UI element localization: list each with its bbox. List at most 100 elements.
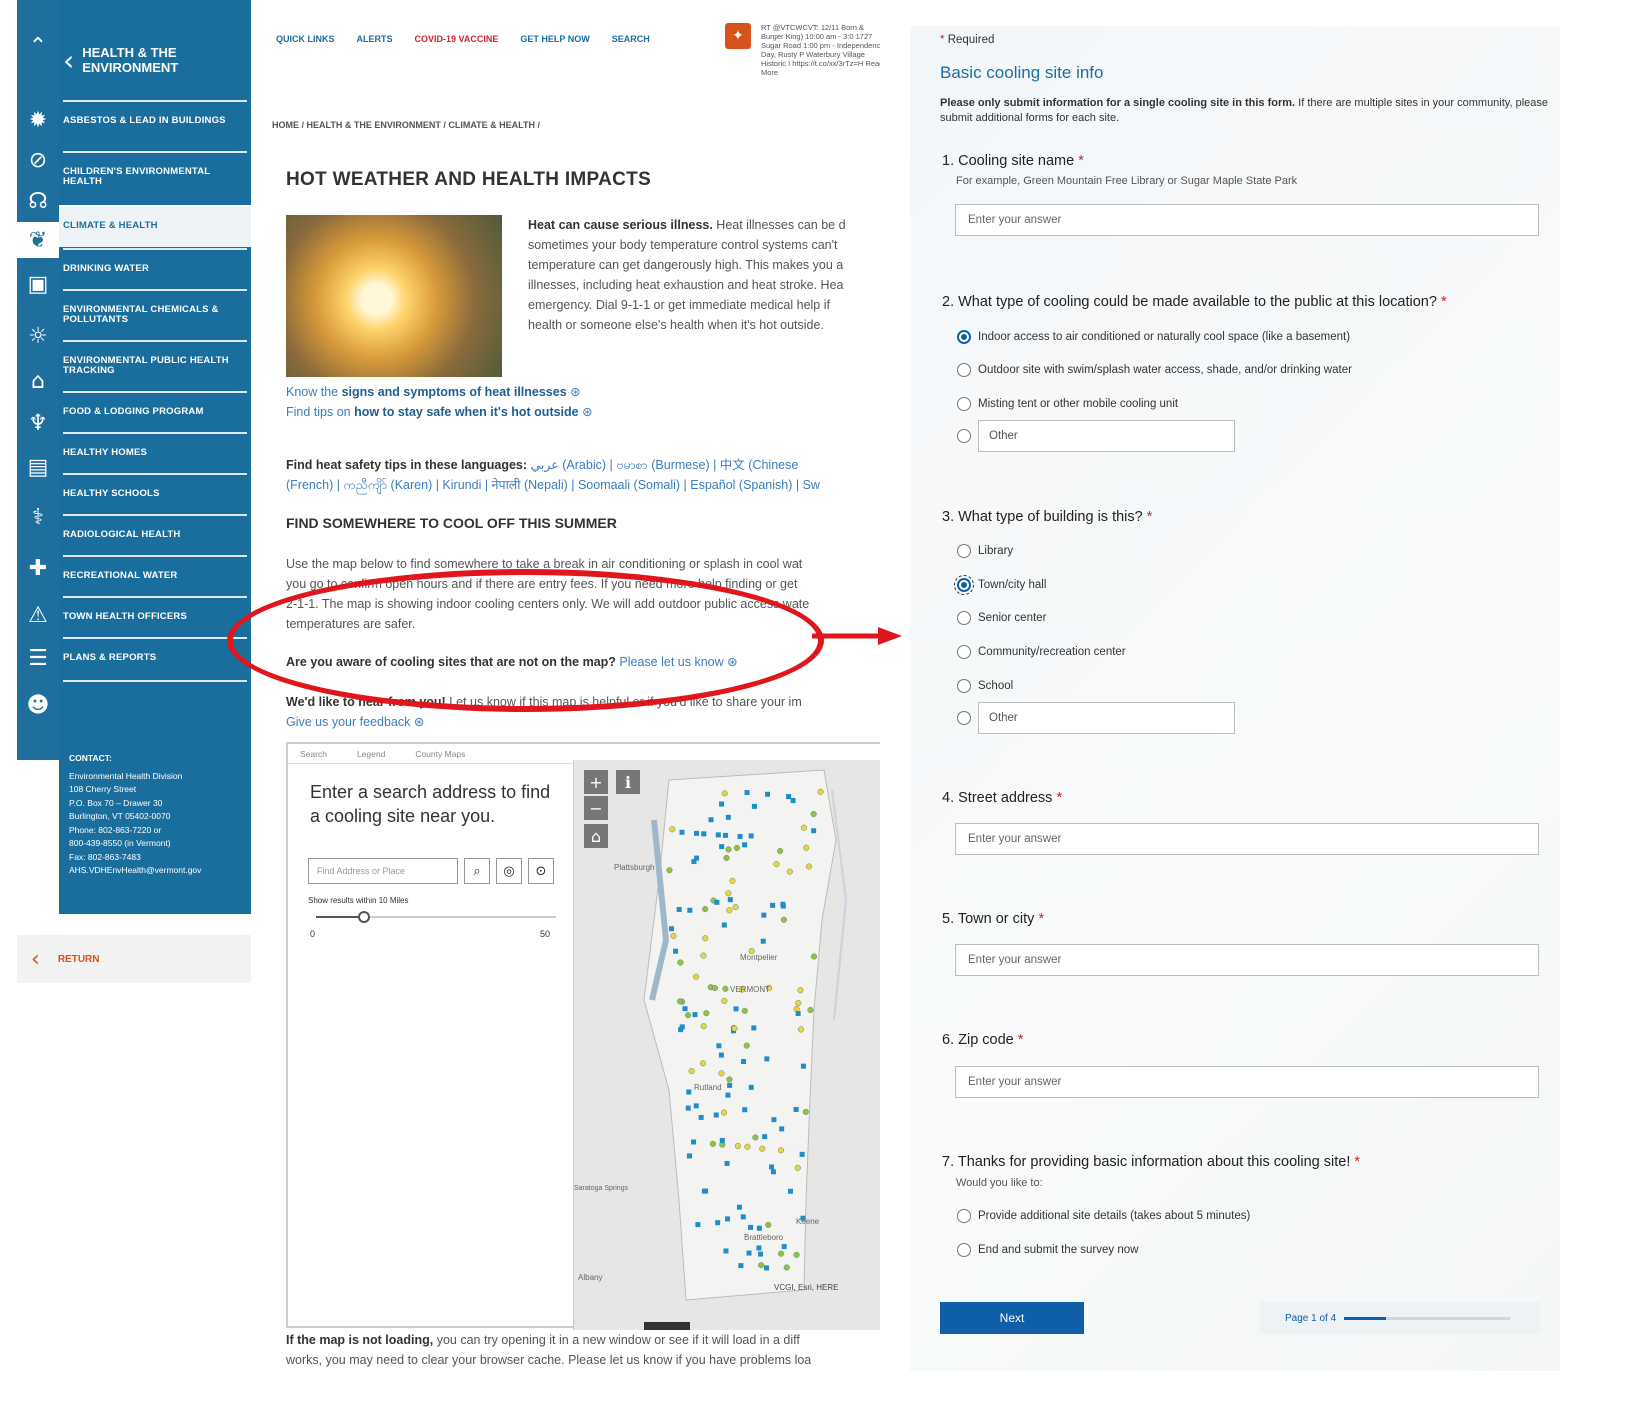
- radio-label[interactable]: Indoor access to air conditioned or natu…: [978, 331, 1350, 343]
- next-button[interactable]: Next: [940, 1302, 1084, 1334]
- stethoscope-icon[interactable]: ⚕: [17, 499, 59, 535]
- radio-label[interactable]: Outdoor site with swim/splash water acce…: [978, 364, 1352, 376]
- radio-q3-town-hall[interactable]: [954, 575, 974, 595]
- slider-fill: [316, 916, 364, 918]
- locate-icon[interactable]: ◎: [496, 858, 522, 884]
- alerts-link[interactable]: ALERTS: [357, 34, 393, 44]
- nav-item-radiological[interactable]: RADIOLOGICAL HEALTH: [63, 514, 247, 540]
- logo-icon[interactable]: ⌃: [17, 28, 59, 64]
- radio-label[interactable]: Senior center: [978, 612, 1046, 624]
- q3-other-input[interactable]: Other: [978, 702, 1235, 734]
- q2-other-input[interactable]: Other: [978, 420, 1235, 452]
- chat-icon[interactable]: ☰: [17, 640, 59, 676]
- compass-icon[interactable]: ⊘: [17, 142, 59, 178]
- nav-header[interactable]: ‹ HEALTH & THE ENVIRONMENT: [59, 30, 251, 90]
- radio-label[interactable]: Town/city hall: [978, 579, 1046, 591]
- nav-item-climate-health[interactable]: CLIMATE & HEALTH: [59, 205, 251, 247]
- language-links-line[interactable]: (French) | ကညီကျိာ် (Karen) | Kirundi | …: [286, 478, 820, 492]
- radio-q3-other[interactable]: [957, 711, 971, 725]
- map-site-marker: [810, 810, 817, 818]
- radio-q2-misting[interactable]: [957, 397, 971, 411]
- slider-knob[interactable]: [358, 911, 370, 923]
- nav-item-chemicals[interactable]: ENVIRONMENTAL CHEMICALS & POLLUTANTS: [63, 289, 247, 325]
- radio-q2-other[interactable]: [957, 429, 971, 443]
- intro-line: temperature can get dangerously high. Th…: [528, 258, 844, 272]
- radio-q3-community-center[interactable]: [957, 645, 971, 659]
- nav-item-recreational-water[interactable]: RECREATIONAL WATER: [63, 555, 247, 581]
- nav-item-childrens-health[interactable]: CHILDREN'S ENVIRONMENTAL HEALTH: [63, 151, 247, 187]
- quick-links-link[interactable]: QUICK LINKS: [276, 34, 335, 44]
- map-address-input[interactable]: Find Address or Place: [308, 858, 458, 884]
- map-tab-legend[interactable]: Legend: [357, 749, 385, 759]
- symptoms-link[interactable]: signs and symptoms of heat illnesses: [342, 385, 567, 399]
- search-link[interactable]: SEARCH: [612, 34, 650, 44]
- radio-label[interactable]: School: [978, 680, 1013, 692]
- radius-slider[interactable]: [316, 911, 556, 923]
- sun-icon[interactable]: ☼: [17, 318, 59, 354]
- nav-item-food-lodging[interactable]: FOOD & LODGING PROGRAM: [63, 391, 247, 417]
- radio-q3-library[interactable]: [957, 544, 971, 558]
- street-address-input[interactable]: Enter your answer: [955, 823, 1539, 855]
- get-help-link[interactable]: GET HELP NOW: [520, 34, 589, 44]
- home-icon[interactable]: ⌂: [584, 824, 608, 848]
- link-prefix: Know the: [286, 385, 342, 399]
- radio-label[interactable]: Misting tent or other mobile cooling uni…: [978, 398, 1178, 410]
- radio-q2-indoor[interactable]: [957, 330, 971, 344]
- nav-item-healthy-homes[interactable]: HEALTHY HOMES: [63, 432, 247, 458]
- intro-line: health or someone else's health when it'…: [528, 318, 824, 332]
- image-icon[interactable]: ▤: [17, 449, 59, 485]
- language-links[interactable]: Find heat safety tips in these languages…: [286, 455, 880, 495]
- zoom-in-icon[interactable]: +: [584, 770, 608, 794]
- nav-item-drinking-water[interactable]: DRINKING WATER: [63, 248, 247, 274]
- feedback-link[interactable]: Give us your feedback: [286, 715, 410, 729]
- town-city-input[interactable]: Enter your answer: [955, 944, 1539, 976]
- cooling-site-name-input[interactable]: Enter your answer: [955, 204, 1539, 236]
- zip-code-input[interactable]: Enter your answer: [955, 1066, 1539, 1098]
- map-site-marker: [759, 1145, 766, 1152]
- radio-label[interactable]: End and submit the survey now: [978, 1244, 1138, 1256]
- map-loading-line[interactable]: you can try opening it in a new window o…: [433, 1333, 800, 1347]
- return-button[interactable]: ‹ RETURN: [17, 935, 251, 983]
- nav-item-plans-reports[interactable]: PLANS & REPORTS: [63, 637, 247, 663]
- pin-icon[interactable]: ⊙: [528, 858, 554, 884]
- tweet-text[interactable]: RT @VTCWCVT: 12/11 Born & Burger King) 1…: [761, 23, 880, 77]
- building-icon[interactable]: ⌂: [17, 363, 59, 399]
- cross-icon[interactable]: ✚: [17, 550, 59, 586]
- map-loading-line[interactable]: works, you may need to clear your browse…: [286, 1353, 811, 1367]
- symptoms-link-line[interactable]: Know the signs and symptoms of heat illn…: [286, 384, 581, 399]
- radio-label[interactable]: Provide additional site details (takes a…: [978, 1210, 1250, 1222]
- nav-item-tracking[interactable]: ENVIRONMENTAL PUBLIC HEALTH TRACKING: [63, 340, 247, 376]
- nav-item-town-health[interactable]: TOWN HEALTH OFFICERS: [63, 596, 247, 622]
- radio-q3-senior-center[interactable]: [957, 611, 971, 625]
- breadcrumb[interactable]: HOME / HEALTH & THE ENVIRONMENT / CLIMAT…: [272, 120, 540, 130]
- info-icon[interactable]: ℹ: [616, 770, 640, 794]
- search-icon[interactable]: ⌕: [464, 858, 490, 884]
- nav-item-asbestos[interactable]: ASBESTOS & LEAD IN BUILDINGS: [63, 100, 247, 126]
- covid-vaccine-link[interactable]: COVID-19 VACCINE: [415, 34, 499, 44]
- safety-tips-link-line[interactable]: Find tips on how to stay safe when it's …: [286, 404, 593, 419]
- safety-tips-link[interactable]: how to stay safe when it's hot outside: [354, 405, 579, 419]
- warning-icon[interactable]: ⚠: [17, 597, 59, 633]
- radio-q7-additional-details[interactable]: [957, 1209, 971, 1223]
- virus-icon[interactable]: ✹: [17, 102, 59, 138]
- map-tab-county[interactable]: County Maps: [415, 749, 465, 759]
- zoom-out-icon[interactable]: −: [584, 796, 608, 820]
- radio-label[interactable]: Library: [978, 545, 1013, 557]
- cooling-site-map[interactable]: Search Legend County Maps Enter a search…: [286, 742, 880, 1330]
- radio-q7-end-submit[interactable]: [957, 1243, 971, 1257]
- leaf-icon[interactable]: ❦: [17, 222, 59, 258]
- chart-icon[interactable]: ▣: [17, 266, 59, 302]
- people-icon[interactable]: ☻: [17, 687, 59, 723]
- map-canvas[interactable]: Plattsburgh Montpelier VERMONT Rutland S…: [573, 760, 880, 1330]
- radio-q3-school[interactable]: [957, 679, 971, 693]
- map-site-marker: [742, 1107, 748, 1113]
- map-tab-search[interactable]: Search: [300, 749, 327, 759]
- head-icon[interactable]: ☊: [17, 183, 59, 219]
- radio-q2-outdoor[interactable]: [957, 363, 971, 377]
- language-links-line[interactable]: عربي (Arabic) | ဗမာစာ (Burmese) | 中文 (Ch…: [527, 458, 799, 472]
- contact-email-link[interactable]: AHS.VDHEnvHealth@vermont.gov: [69, 864, 244, 878]
- microscope-icon[interactable]: ♆: [17, 405, 59, 441]
- nav-item-healthy-schools[interactable]: HEALTHY SCHOOLS: [63, 473, 247, 499]
- radio-label[interactable]: Community/recreation center: [978, 646, 1126, 658]
- twitter-icon[interactable]: ✦: [725, 23, 751, 49]
